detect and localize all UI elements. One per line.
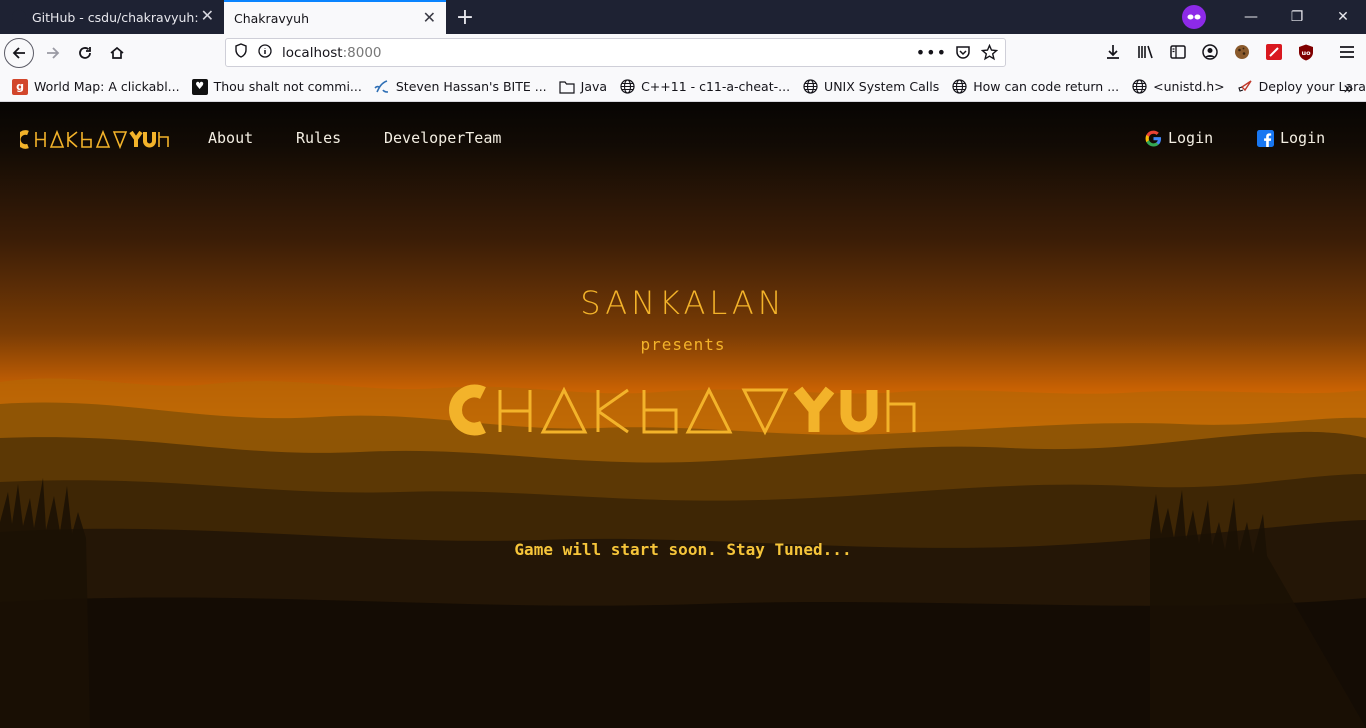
facebook-icon — [1257, 129, 1274, 147]
reload-icon — [79, 47, 91, 59]
nav-developer-team-link[interactable]: DeveloperTeam — [384, 129, 501, 147]
bookmark-item[interactable]: <unistd.h> — [1131, 79, 1225, 95]
nav-rules-link[interactable]: Rules — [296, 129, 341, 147]
ublock-origin-icon[interactable]: uo — [1297, 43, 1315, 61]
forward-button[interactable] — [38, 38, 68, 68]
close-tab-icon[interactable]: ✕ — [423, 10, 436, 26]
downloads-icon[interactable] — [1104, 43, 1122, 61]
site-info-icon[interactable] — [258, 43, 272, 62]
heart-icon: ♥ — [191, 78, 208, 95]
bookmark-label: C++11 - c11-a-cheat-... — [641, 79, 791, 94]
globe-icon — [951, 79, 967, 95]
back-button[interactable] — [4, 38, 34, 68]
google-login-label: Login — [1168, 129, 1214, 147]
bookmark-label: <unistd.h> — [1153, 79, 1225, 94]
globe-icon — [1131, 79, 1147, 95]
organizer-name: SANKALAN — [580, 284, 786, 322]
bookmark-star-icon[interactable] — [980, 43, 999, 65]
game-status-message: Game will start soon. Stay Tuned... — [514, 540, 852, 559]
address-bar[interactable]: localhost:8000 ••• — [225, 38, 1006, 67]
shield-icon[interactable] — [234, 43, 248, 62]
new-tab-button[interactable]: + — [446, 0, 484, 34]
google-login-button[interactable]: Login — [1145, 129, 1213, 147]
bookmark-label: Steven Hassan's BITE ... — [395, 79, 547, 94]
restore-button[interactable]: ❐ — [1274, 0, 1320, 34]
private-browsing-icon — [1182, 5, 1206, 29]
facebook-login-button[interactable]: Login — [1257, 129, 1325, 147]
bookmarks-toolbar: g World Map: A clickabl... ♥ Thou shalt … — [0, 72, 1366, 102]
tab-bar: GitHub - csdu/chakravyuh: Chakravyuh ✕ C… — [0, 0, 1366, 34]
bookmark-item[interactable]: ♥ Thou shalt not commi... — [191, 78, 362, 95]
bookmark-item[interactable]: g World Map: A clickabl... — [12, 78, 180, 95]
menu-hamburger-icon[interactable] — [1338, 43, 1356, 61]
cookie-extension-icon[interactable] — [1233, 43, 1251, 61]
bookmark-item[interactable]: How can code return ... — [951, 79, 1119, 95]
g-red-icon: g — [12, 78, 28, 95]
chakravyuh-logo-small — [16, 129, 169, 150]
svg-text:uo: uo — [1301, 49, 1311, 57]
bookmark-label: Thou shalt not commi... — [213, 79, 362, 94]
nav-about-link[interactable]: About — [208, 129, 253, 147]
sidebar-icon[interactable] — [1169, 43, 1187, 61]
bookmark-label: Java — [580, 79, 608, 94]
globe-icon — [619, 79, 635, 95]
close-window-button[interactable]: ✕ — [1320, 0, 1366, 34]
tab-github[interactable]: GitHub - csdu/chakravyuh: Chakravyuh ✕ — [0, 0, 224, 34]
google-icon — [1145, 130, 1162, 147]
toolbar: localhost:8000 ••• uo — [0, 34, 1366, 72]
page-actions-icon[interactable]: ••• — [916, 43, 947, 62]
pen-extension-icon[interactable] — [1265, 43, 1283, 61]
bookmark-item[interactable]: C++11 - c11-a-cheat-... — [619, 79, 790, 95]
site-navbar: About Rules DeveloperTeam Login Login — [0, 102, 1366, 176]
home-button[interactable] — [102, 38, 132, 68]
globe-icon — [802, 79, 818, 95]
bookmark-item[interactable]: UNIX System Calls — [802, 79, 939, 95]
bookmark-item[interactable]: Steven Hassan's BITE ... — [374, 79, 547, 95]
brand-logo[interactable] — [16, 129, 170, 153]
tab-title: Chakravyuh — [234, 10, 309, 26]
facebook-login-label: Login — [1280, 129, 1326, 147]
close-tab-icon[interactable]: ✕ — [201, 8, 214, 24]
minimize-button[interactable]: — — [1228, 0, 1274, 34]
reload-button[interactable] — [70, 38, 100, 68]
chakravyuh-logo-large — [449, 384, 916, 436]
page-viewport: About Rules DeveloperTeam Login Login SA… — [0, 102, 1366, 728]
presents-text: presents — [640, 335, 726, 354]
github-favicon-icon — [12, 10, 26, 24]
rocket-icon — [1237, 79, 1253, 95]
tab-title: GitHub - csdu/chakravyuh: Chakravyuh — [32, 9, 202, 25]
folder-icon — [559, 79, 575, 95]
account-icon[interactable] — [1201, 43, 1219, 61]
hero-title-logo — [448, 384, 918, 440]
forward-arrow-icon — [47, 47, 60, 59]
home-icon — [110, 46, 124, 59]
splash-icon — [374, 79, 390, 95]
back-arrow-icon — [12, 47, 25, 59]
bookmark-label: UNIX System Calls — [824, 79, 940, 94]
tab-chakravyuh[interactable]: Chakravyuh ✕ — [224, 0, 446, 34]
bookmark-label: How can code return ... — [973, 79, 1120, 94]
bookmarks-overflow-icon[interactable]: » — [1343, 78, 1354, 99]
bookmark-folder[interactable]: Java — [559, 79, 607, 95]
bookmark-label: World Map: A clickabl... — [34, 79, 180, 94]
url-host: localhost — [282, 44, 343, 61]
library-icon[interactable] — [1137, 43, 1155, 61]
url-port: :8000 — [342, 44, 382, 61]
pocket-icon[interactable] — [955, 45, 971, 64]
